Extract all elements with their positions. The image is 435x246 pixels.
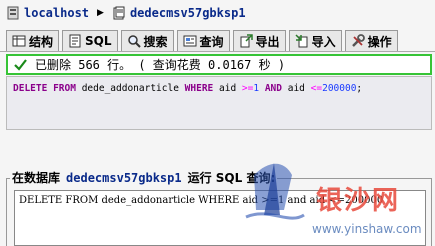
sql-table-name: dede_addonarticle <box>81 83 179 94</box>
tab-label: 导入 <box>311 34 336 49</box>
watermark-url: www.yinshaw.com <box>312 222 422 236</box>
breadcrumb: localhost ▶ dedecmsv57gbksp1 <box>0 0 435 26</box>
sql-operator: <= <box>310 83 323 94</box>
sql-keyword: DELETE <box>13 83 48 94</box>
breadcrumb-database[interactable]: dedecmsv57gbksp1 <box>130 6 246 20</box>
database-icon <box>113 6 125 20</box>
sql-number: 1 <box>253 83 260 94</box>
run-query-legend: 在数据库 dedecmsv57gbksp1 运行 SQL 查询: <box>10 169 278 186</box>
tab-label: 搜索 <box>143 34 168 49</box>
check-icon <box>14 59 27 71</box>
sql-operator: >= <box>241 83 254 94</box>
sql-keyword: AND <box>264 83 282 94</box>
tab-export[interactable]: 导出 <box>232 30 286 51</box>
sql-number: 200000 <box>322 83 357 94</box>
sql-terminator: ; <box>356 83 363 94</box>
search-icon <box>127 35 141 48</box>
sql-keyword: WHERE <box>184 83 214 94</box>
tab-import[interactable]: 导入 <box>288 30 342 51</box>
legend-prefix: 在数据库 <box>12 171 61 185</box>
breadcrumb-server[interactable]: localhost <box>24 6 89 20</box>
sql-column: aid <box>287 83 305 94</box>
tab-bar: 结构 SQL 搜索 查询 导出 导入 操作 <box>0 28 435 52</box>
watermark-brand: 银沙网 <box>316 186 401 216</box>
breadcrumb-arrow-icon: ▶ <box>97 8 104 18</box>
tab-label: 查询 <box>199 34 224 49</box>
tab-query[interactable]: 查询 <box>176 30 230 51</box>
sql-column: aid <box>219 83 237 94</box>
server-icon <box>7 6 19 20</box>
executed-sql-box: DELETE FROM dede_addonarticle WHERE aid … <box>6 76 432 130</box>
tab-search[interactable]: 搜索 <box>120 30 174 51</box>
tab-label: 导出 <box>255 34 280 49</box>
legend-database-link[interactable]: dedecmsv57gbksp1 <box>66 171 182 185</box>
query-icon <box>183 35 197 47</box>
operations-icon <box>351 34 365 47</box>
tab-label: 结构 <box>29 34 54 49</box>
notice-text: 已删除 566 行。 ( 查询花费 0.0167 秒 ) <box>35 58 286 72</box>
sql-icon <box>69 34 81 48</box>
tab-label: SQL <box>85 34 112 48</box>
export-icon <box>240 34 253 48</box>
success-notice: 已删除 566 行。 ( 查询花费 0.0167 秒 ) <box>6 54 432 75</box>
tab-operations[interactable]: 操作 <box>344 30 398 51</box>
sql-keyword: FROM <box>53 83 76 94</box>
import-icon <box>295 34 308 48</box>
structure-icon <box>12 35 26 47</box>
tab-label: 操作 <box>367 34 392 49</box>
tab-sql[interactable]: SQL <box>62 30 118 51</box>
tab-structure[interactable]: 结构 <box>6 30 60 51</box>
